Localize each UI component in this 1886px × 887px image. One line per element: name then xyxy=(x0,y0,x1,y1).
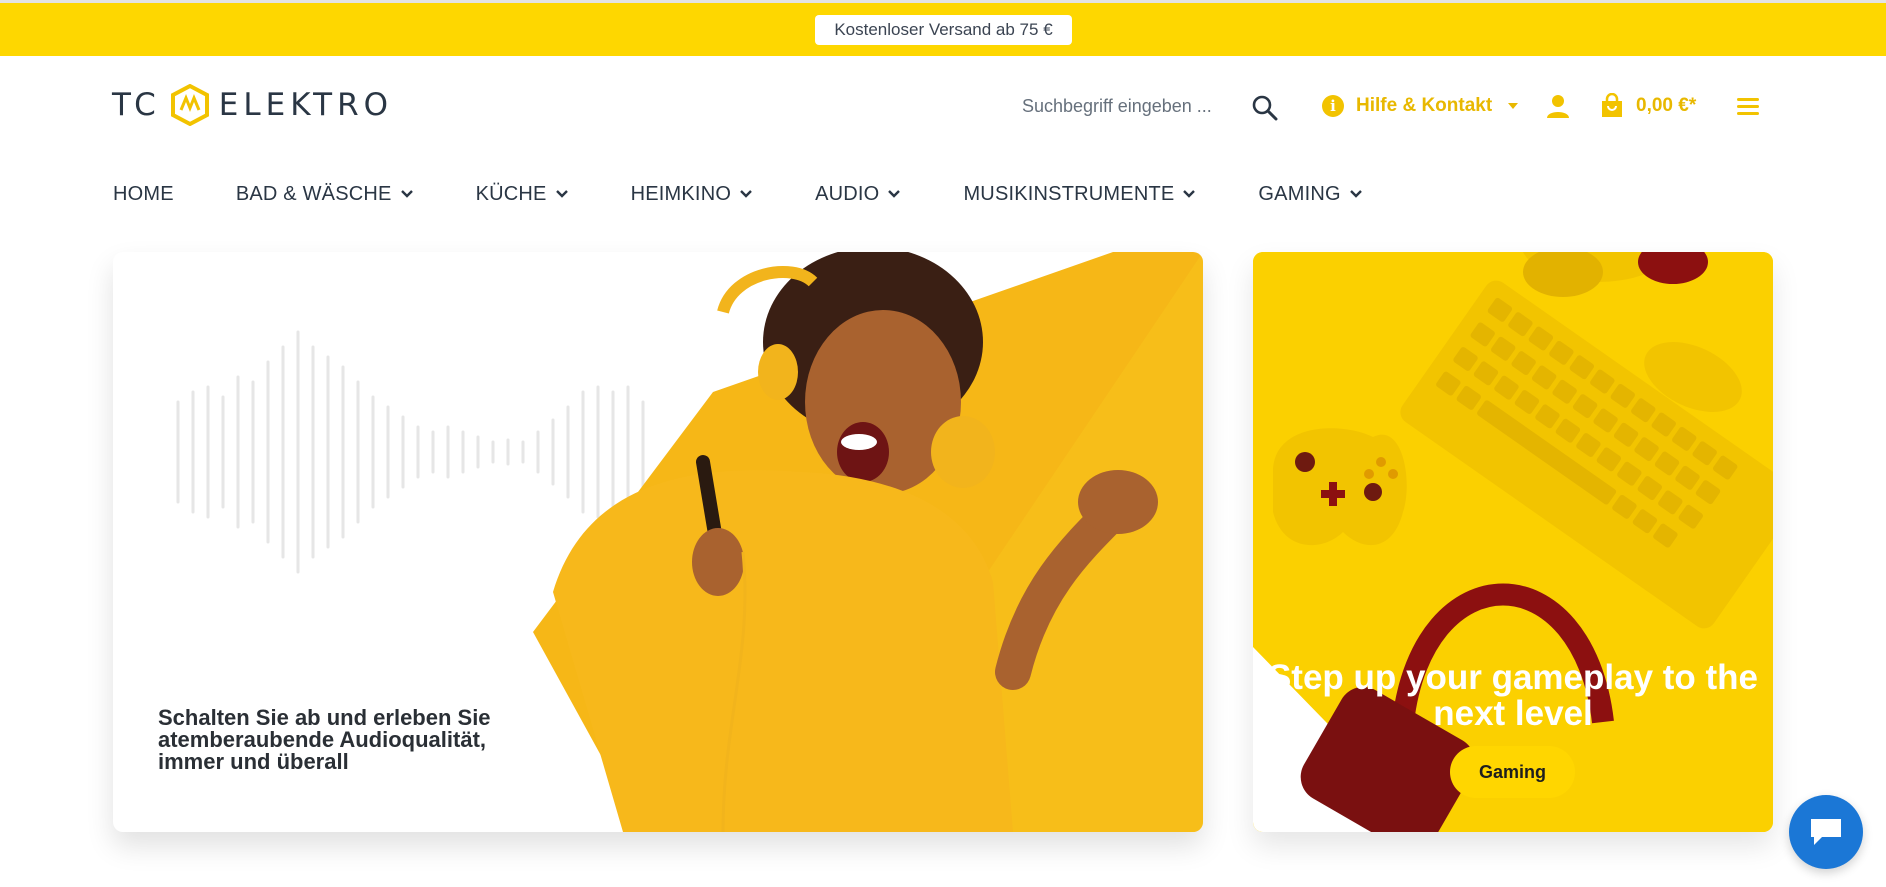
search-input[interactable] xyxy=(1010,88,1225,124)
chevron-down-icon xyxy=(555,190,568,198)
shipping-banner: Kostenloser Versand ab 75 € xyxy=(0,0,1886,56)
search-icon[interactable] xyxy=(1250,93,1280,123)
gaming-promo-card[interactable]: Step up your gameplay to the next level … xyxy=(1253,252,1773,832)
nav-item-musikinstrumente[interactable]: MUSIKINSTRUMENTE xyxy=(963,183,1196,206)
chevron-down-icon xyxy=(1183,190,1196,198)
shipping-notice: Kostenloser Versand ab 75 € xyxy=(815,15,1072,45)
help-contact-label: Hilfe & Kontakt xyxy=(1356,95,1493,116)
chevron-down-icon xyxy=(1349,190,1362,198)
search-bar xyxy=(1010,88,1280,124)
nav-item-bad-waesche[interactable]: BAD & WÄSCHE xyxy=(236,183,414,206)
promo-headline: Step up your gameplay to the next level xyxy=(1267,658,1759,733)
chat-button[interactable] xyxy=(1789,795,1863,869)
nav-item-audio[interactable]: AUDIO xyxy=(815,183,901,206)
nav-item-label: HOME xyxy=(113,182,174,205)
cart-total: 0,00 €* xyxy=(1636,95,1697,116)
chat-bubble-icon xyxy=(1811,819,1841,845)
hero-banner[interactable]: Schalten Sie ab und erleben Sie atembera… xyxy=(113,252,1203,832)
nav-item-label: BAD & WÄSCHE xyxy=(235,182,392,205)
gamepad-graphic xyxy=(1273,428,1407,546)
nav-item-label: HEIMKINO xyxy=(630,182,732,205)
soundwave-graphic xyxy=(176,330,645,574)
account-icon[interactable] xyxy=(1545,93,1571,119)
logo[interactable]: TC ELEKTRO xyxy=(112,84,393,126)
chevron-down-icon xyxy=(1508,103,1519,109)
nav-item-label: GAMING xyxy=(1258,182,1341,205)
menu-icon[interactable] xyxy=(1735,94,1761,118)
info-icon: i xyxy=(1322,95,1344,117)
chevron-down-icon xyxy=(400,190,413,198)
logo-text-right: ELEKTRO xyxy=(218,87,394,123)
nav-item-home[interactable]: HOME xyxy=(113,183,174,206)
logo-hexagon-icon xyxy=(170,84,209,126)
nav-item-kueche[interactable]: KÜCHE xyxy=(476,183,569,206)
main-navigation: HOME BAD & WÄSCHE KÜCHE HEIMKINO AUDIO M… xyxy=(113,178,1425,210)
gaming-button[interactable]: Gaming xyxy=(1450,746,1575,798)
nav-item-label: AUDIO xyxy=(815,182,880,205)
help-contact-dropdown[interactable]: i Hilfe & Kontakt xyxy=(1322,90,1519,122)
chevron-down-icon xyxy=(888,190,901,198)
nav-item-gaming[interactable]: GAMING xyxy=(1258,183,1362,206)
shopping-bag-icon xyxy=(1602,93,1622,117)
nav-item-heimkino[interactable]: HEIMKINO xyxy=(631,183,754,206)
cart-button[interactable]: 0,00 €* xyxy=(1600,90,1696,122)
nav-item-label: KÜCHE xyxy=(475,182,547,205)
chevron-down-icon xyxy=(740,190,752,198)
gaming-promo-image xyxy=(1253,252,1773,832)
hero-headline: Schalten Sie ab und erleben Sie atembera… xyxy=(158,705,491,774)
nav-item-label: MUSIKINSTRUMENTE xyxy=(963,182,1175,205)
logo-text-left: TC xyxy=(112,87,161,123)
